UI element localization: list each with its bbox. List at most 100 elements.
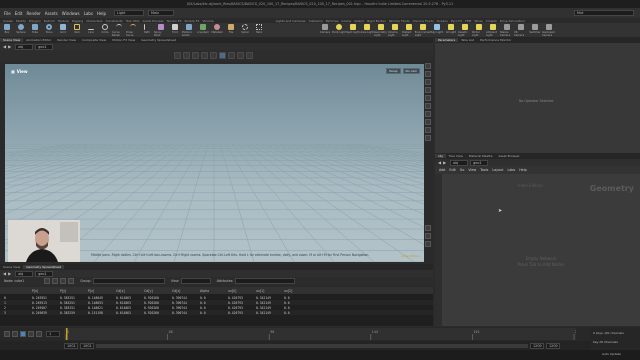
group-field[interactable]	[92, 278, 165, 284]
search-field[interactable]: Mxt	[574, 10, 635, 16]
points-select-icon[interactable]	[210, 52, 217, 59]
bounding-box-icon[interactable]	[425, 127, 431, 133]
table-row[interactable]: 3 0.249639 0.383259 0.151198 0.614863 0.92626…	[0, 310, 433, 315]
tool-draw-curve[interactable]: Draw Curve	[126, 23, 140, 37]
vr-view-icon[interactable]	[425, 225, 431, 231]
tool-ambient-light[interactable]: Ambient Light	[486, 23, 500, 37]
grid-toggle-icon[interactable]	[425, 87, 431, 93]
forward-icon[interactable]: ▶	[8, 271, 11, 276]
network-menu-edit[interactable]: Edit	[449, 168, 455, 172]
vertices-mode-icon[interactable]	[52, 278, 59, 284]
select-tool-icon[interactable]	[174, 52, 181, 59]
display-mode-icon[interactable]	[425, 63, 431, 69]
shelf-tab[interactable]: Rigid Bodies	[367, 19, 386, 23]
shelf-tab[interactable]: Vellum	[354, 19, 364, 23]
tool-box[interactable]: Box	[0, 23, 14, 37]
tool-area-light[interactable]: Area Light	[360, 23, 374, 37]
end-frame-field[interactable]: 1200	[546, 342, 560, 349]
column-header[interactable]: Cd[x]	[116, 289, 125, 293]
rotate-tool-icon[interactable]	[192, 52, 199, 59]
back-icon[interactable]: ◀	[438, 160, 441, 165]
shelf-tab[interactable]: Lights and Cameras	[276, 19, 306, 23]
tab-network-obj[interactable]: obj	[435, 154, 446, 158]
forward-icon[interactable]: ▶	[443, 160, 446, 165]
shelf-tab[interactable]: FEM	[465, 19, 471, 23]
timeline-ruler[interactable]: 14896144192240	[64, 328, 576, 340]
tab-take-list[interactable]: Take List	[458, 38, 477, 42]
path-segment-obj[interactable]: obj	[15, 270, 34, 277]
persp-button[interactable]: Persp	[386, 68, 401, 74]
tab-scene-view[interactable]: Scene View	[0, 265, 23, 269]
tool-spot-light[interactable]: Spot Light	[346, 23, 360, 37]
shelf-tab[interactable]: Wires	[474, 19, 482, 23]
back-icon[interactable]: ◀	[3, 271, 6, 276]
tool-torus[interactable]: Torus	[42, 23, 56, 37]
tab-asset-browser[interactable]: Asset Browser	[495, 154, 522, 158]
tool-caustic-light[interactable]: Caustic Light	[458, 23, 472, 37]
tool-sky-light[interactable]: Sky Light	[430, 23, 444, 37]
edges-select-icon[interactable]	[219, 52, 226, 59]
tool-null[interactable]: Null	[70, 23, 84, 37]
column-header[interactable]: Alpha	[200, 289, 209, 293]
tab-composite-view[interactable]: Composite View	[79, 38, 109, 42]
template-icon[interactable]	[425, 119, 431, 125]
camera-view-icon[interactable]	[425, 95, 431, 101]
no-cam-button[interactable]: No cam	[402, 68, 420, 74]
network-menu-layout[interactable]: Layout	[492, 168, 503, 172]
desktop-select[interactable]: Light	[114, 10, 145, 16]
shelf-tab[interactable]: Simple FX	[185, 19, 200, 23]
tab-performance-monitor[interactable]: Performance Monitor	[477, 38, 514, 42]
lighting-icon[interactable]	[425, 79, 431, 85]
key-all-channels-button[interactable]: Key All Channels	[593, 340, 618, 344]
tab-render-view[interactable]: Render View	[54, 38, 79, 42]
shelf-tab[interactable]: Viscous Fluids	[413, 19, 434, 23]
tool-spiral[interactable]: Spiral	[238, 23, 252, 37]
tool-vr-camera[interactable]: VR Camera	[514, 23, 528, 37]
normals-icon[interactable]	[425, 135, 431, 141]
range-slider[interactable]	[96, 343, 528, 348]
menu-labs[interactable]: Labs	[84, 11, 93, 16]
background-icon[interactable]	[425, 103, 431, 109]
tool-volume-light[interactable]: Volume Light	[388, 23, 402, 37]
column-header[interactable]: uv[0]	[228, 289, 236, 293]
tool-metaball[interactable]: Metaball	[210, 23, 224, 37]
shelf-tab[interactable]: Terrain FX	[167, 19, 182, 23]
auto-update-toggle[interactable]: Auto Update	[602, 352, 621, 356]
shelf-tab[interactable]: Polygon	[29, 19, 41, 23]
tool-tube[interactable]: Tube	[28, 23, 42, 37]
tool-font[interactable]: Font	[168, 23, 182, 37]
tab-parameters[interactable]: Parameters	[435, 38, 459, 42]
path-segment-node[interactable]: geo1	[35, 270, 54, 277]
menu-render[interactable]: Render	[26, 11, 40, 16]
tab-geometry-spreadsheet[interactable]: Geometry Spreadsheet	[23, 265, 65, 269]
snap-icon[interactable]	[237, 52, 244, 59]
shelf-tab[interactable]: Hair Utils	[126, 19, 140, 23]
tool-grid[interactable]: Grid	[56, 23, 70, 37]
tool-path[interactable]: Path	[140, 23, 154, 37]
tool-stereo-camera[interactable]: Stereo Camera	[500, 23, 514, 37]
play-icon[interactable]	[20, 331, 26, 337]
shelf-tab[interactable]: Collisions	[309, 19, 323, 23]
shelf-tab[interactable]: Modify	[16, 19, 26, 23]
network-menu-go[interactable]: Go	[460, 168, 465, 172]
menu-help[interactable]: Help	[97, 11, 106, 16]
step-forward-icon[interactable]	[28, 331, 34, 337]
display-options-icon[interactable]	[246, 52, 253, 59]
current-frame-field[interactable]: 1	[46, 331, 60, 337]
shading-icon[interactable]	[425, 71, 431, 77]
shelf-tab[interactable]: Drive Simulation	[500, 19, 525, 23]
tool-line[interactable]: Line	[84, 23, 98, 37]
network-menu-labs[interactable]: Labs	[508, 168, 516, 172]
tool-l-system[interactable]: L-System	[196, 23, 210, 37]
menu-file[interactable]: File	[4, 11, 11, 16]
path-segment-obj[interactable]: obj	[15, 43, 34, 50]
range-start-field[interactable]: 1001	[80, 342, 94, 349]
tool-helix[interactable]: Helix	[252, 23, 266, 37]
mode-select[interactable]: Main	[148, 10, 175, 16]
detail-mode-icon[interactable]	[68, 278, 75, 284]
column-header[interactable]: uv[2]	[284, 289, 292, 293]
tool-gamepad-camera[interactable]: Gamepad Camera	[542, 23, 556, 37]
shelf-tab[interactable]: Particles	[326, 19, 339, 23]
column-header[interactable]: Cd[z]	[172, 289, 180, 293]
column-header[interactable]: uv[1]	[256, 289, 264, 293]
